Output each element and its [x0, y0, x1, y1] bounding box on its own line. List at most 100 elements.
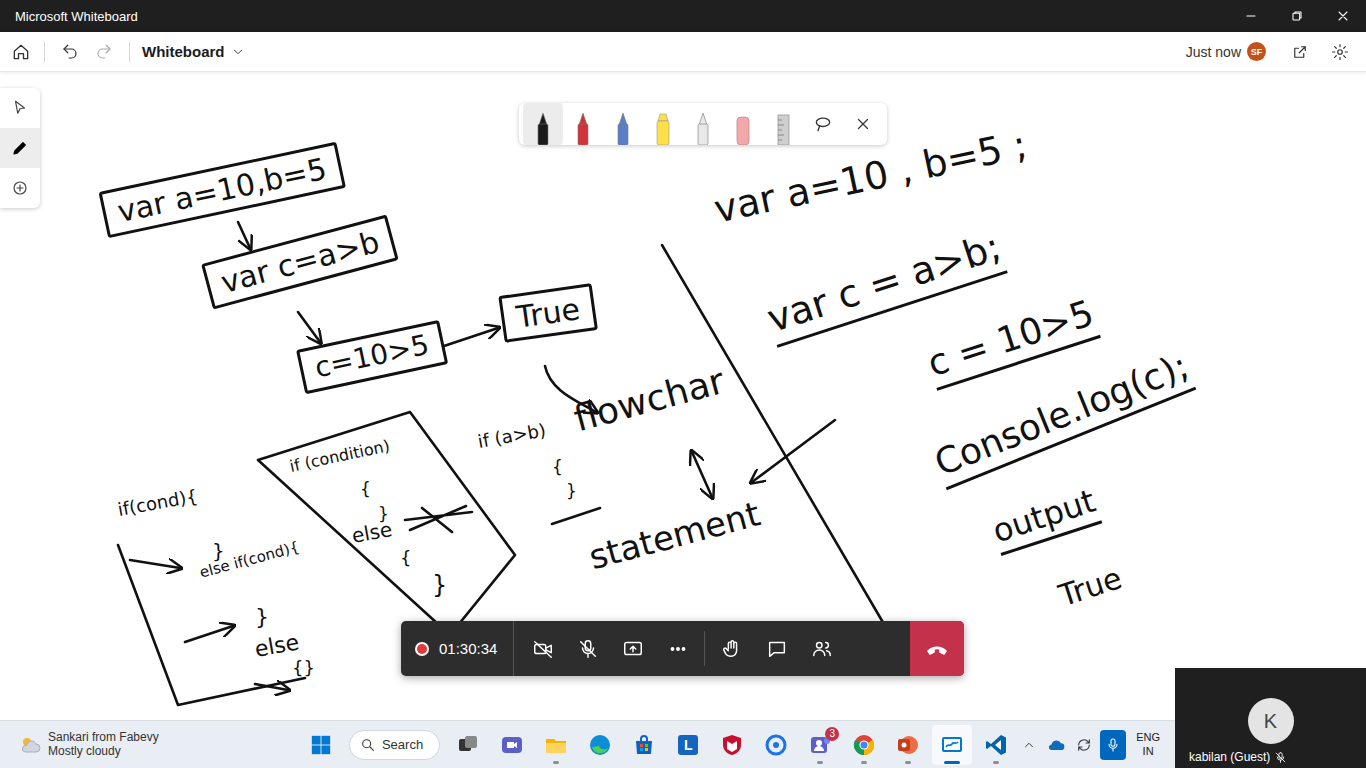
flowchart-box[interactable]: var a=10,b=5	[99, 142, 346, 238]
close-icon[interactable]	[1320, 0, 1366, 32]
recording-indicator: 01:30:34	[401, 621, 514, 676]
microphone-off-icon[interactable]	[565, 621, 610, 676]
running-indicator	[465, 761, 471, 764]
taskbar-app-button[interactable]	[580, 725, 620, 765]
ink-note[interactable]: c = 10>5	[923, 293, 1101, 390]
taskbar-app-button[interactable]	[976, 725, 1016, 765]
whiteboard-canvas[interactable]: var a=10,b=5var c=a>b c=10>5 True if (condi…	[0, 72, 1366, 720]
pen-tool-icon[interactable]	[0, 128, 40, 168]
microphone-in-use-icon[interactable]	[1100, 730, 1126, 760]
pen-icon[interactable]	[603, 103, 643, 145]
chat-icon[interactable]	[754, 621, 799, 676]
ink-note[interactable]: {	[360, 480, 371, 499]
ink-note[interactable]: {	[400, 548, 411, 568]
user-avatar[interactable]: SF	[1247, 42, 1266, 61]
ink-note[interactable]: else	[350, 518, 394, 547]
show-hidden-icons-icon[interactable]	[1018, 730, 1040, 760]
share-screen-icon[interactable]	[610, 621, 655, 676]
running-indicator	[861, 761, 867, 764]
meet-icon	[500, 733, 524, 757]
undo-icon[interactable]	[53, 36, 87, 68]
window-title: Microsoft Whiteboard	[0, 9, 1228, 24]
running-indicator	[944, 761, 960, 764]
flowchart-box[interactable]: True	[498, 283, 597, 343]
app-bar: WhiteboardJust nowSF	[0, 32, 1366, 72]
participants-icon[interactable]	[799, 621, 844, 676]
powerpoint-icon	[896, 733, 920, 757]
input-language[interactable]: ENGIN	[1130, 731, 1166, 757]
highlighter-icon[interactable]	[643, 103, 683, 145]
flowchart-box[interactable]: var c=a>b	[201, 214, 399, 309]
hang-up-icon[interactable]	[910, 621, 964, 676]
meeting-call-bar: 01:30:34	[401, 621, 964, 676]
ink-note[interactable]: True	[1055, 561, 1126, 612]
title-bar: Microsoft Whiteboard	[0, 0, 1366, 32]
taskbar-app-button[interactable]	[756, 725, 796, 765]
ink-note[interactable]: {	[552, 458, 563, 477]
eraser-icon[interactable]	[723, 103, 763, 145]
more-options-icon[interactable]	[655, 621, 700, 676]
taskbar-app-button[interactable]: 3	[800, 725, 840, 765]
settings-gear-icon[interactable]	[1320, 36, 1360, 68]
taskbar: Sankari from FabevyMostly cloudy Search L 3…	[0, 720, 1366, 768]
ink-note[interactable]: if (condition)	[288, 437, 391, 475]
participant-tile[interactable]: Kkabilan (Guest)	[1175, 668, 1366, 768]
pen-icon[interactable]	[523, 103, 563, 145]
taskbar-app-button[interactable]	[492, 725, 532, 765]
participant-label: kabilan (Guest)	[1175, 750, 1287, 764]
pen-icon[interactable]	[683, 103, 723, 145]
store-icon	[632, 733, 656, 757]
pen-icon[interactable]	[563, 103, 603, 145]
edge-icon	[588, 733, 612, 757]
ink-note[interactable]: if (a>b)	[476, 420, 547, 451]
raise-hand-icon[interactable]	[709, 621, 754, 676]
ink-note[interactable]: output	[988, 483, 1101, 556]
ruler-icon[interactable]	[763, 103, 803, 145]
home-icon[interactable]	[6, 36, 36, 68]
ink-note[interactable]: statement	[585, 495, 764, 576]
camera-off-icon[interactable]	[520, 621, 565, 676]
taskbar-app-button[interactable]	[844, 725, 884, 765]
ink-note[interactable]: }	[432, 572, 447, 598]
ink-note[interactable]: flowchar	[570, 361, 729, 439]
taskbar-app-button[interactable]	[536, 725, 576, 765]
ink-note[interactable]: {}	[292, 658, 315, 678]
muted-microphone-icon	[1274, 751, 1287, 764]
weather-cloud-icon	[18, 733, 42, 757]
ink-note[interactable]: }	[566, 482, 577, 501]
ink-note[interactable]: if(cond){	[116, 486, 199, 519]
taskbar-app-button[interactable]: L	[668, 725, 708, 765]
board-title: Whiteboard	[142, 43, 225, 60]
ink-note[interactable]: }	[255, 605, 269, 629]
region-code: IN	[1143, 745, 1154, 758]
spacer	[844, 621, 910, 676]
tool-rail	[0, 88, 40, 208]
add-tool-icon[interactable]	[0, 168, 40, 208]
notification-text: Sankari from Fabevy	[48, 731, 159, 745]
onedrive-cloud-icon[interactable]	[1044, 730, 1068, 760]
close-toolbar-icon[interactable]	[843, 103, 883, 145]
pen-toolbar	[519, 103, 887, 145]
redo-icon[interactable]	[87, 36, 121, 68]
board-title-button[interactable]: Whiteboard	[138, 43, 249, 60]
whiteboard-icon	[940, 733, 964, 757]
sync-icon[interactable]	[1072, 730, 1096, 760]
running-indicator	[773, 761, 779, 764]
share-icon[interactable]	[1280, 36, 1320, 68]
taskbar-app-button[interactable]	[624, 725, 664, 765]
weather-text: Sankari from FabevyMostly cloudy	[48, 731, 159, 759]
lasso-icon[interactable]	[803, 103, 843, 145]
minimize-icon[interactable]	[1228, 0, 1274, 32]
restore-icon[interactable]	[1274, 0, 1320, 32]
taskbar-search[interactable]: Search	[349, 730, 440, 760]
separator	[129, 42, 130, 62]
running-indicator	[729, 761, 735, 764]
taskbar-app-button[interactable]	[932, 725, 972, 765]
weather-widget[interactable]: Sankari from FabevyMostly cloudy	[0, 731, 299, 759]
taskbar-app-button[interactable]	[448, 725, 488, 765]
taskbar-app-button[interactable]	[712, 725, 752, 765]
taskbar-app-button[interactable]	[888, 725, 928, 765]
windows-start-icon[interactable]	[299, 725, 343, 765]
select-tool-icon[interactable]	[0, 88, 40, 128]
flowchart-box[interactable]: c=10>5	[296, 320, 448, 394]
